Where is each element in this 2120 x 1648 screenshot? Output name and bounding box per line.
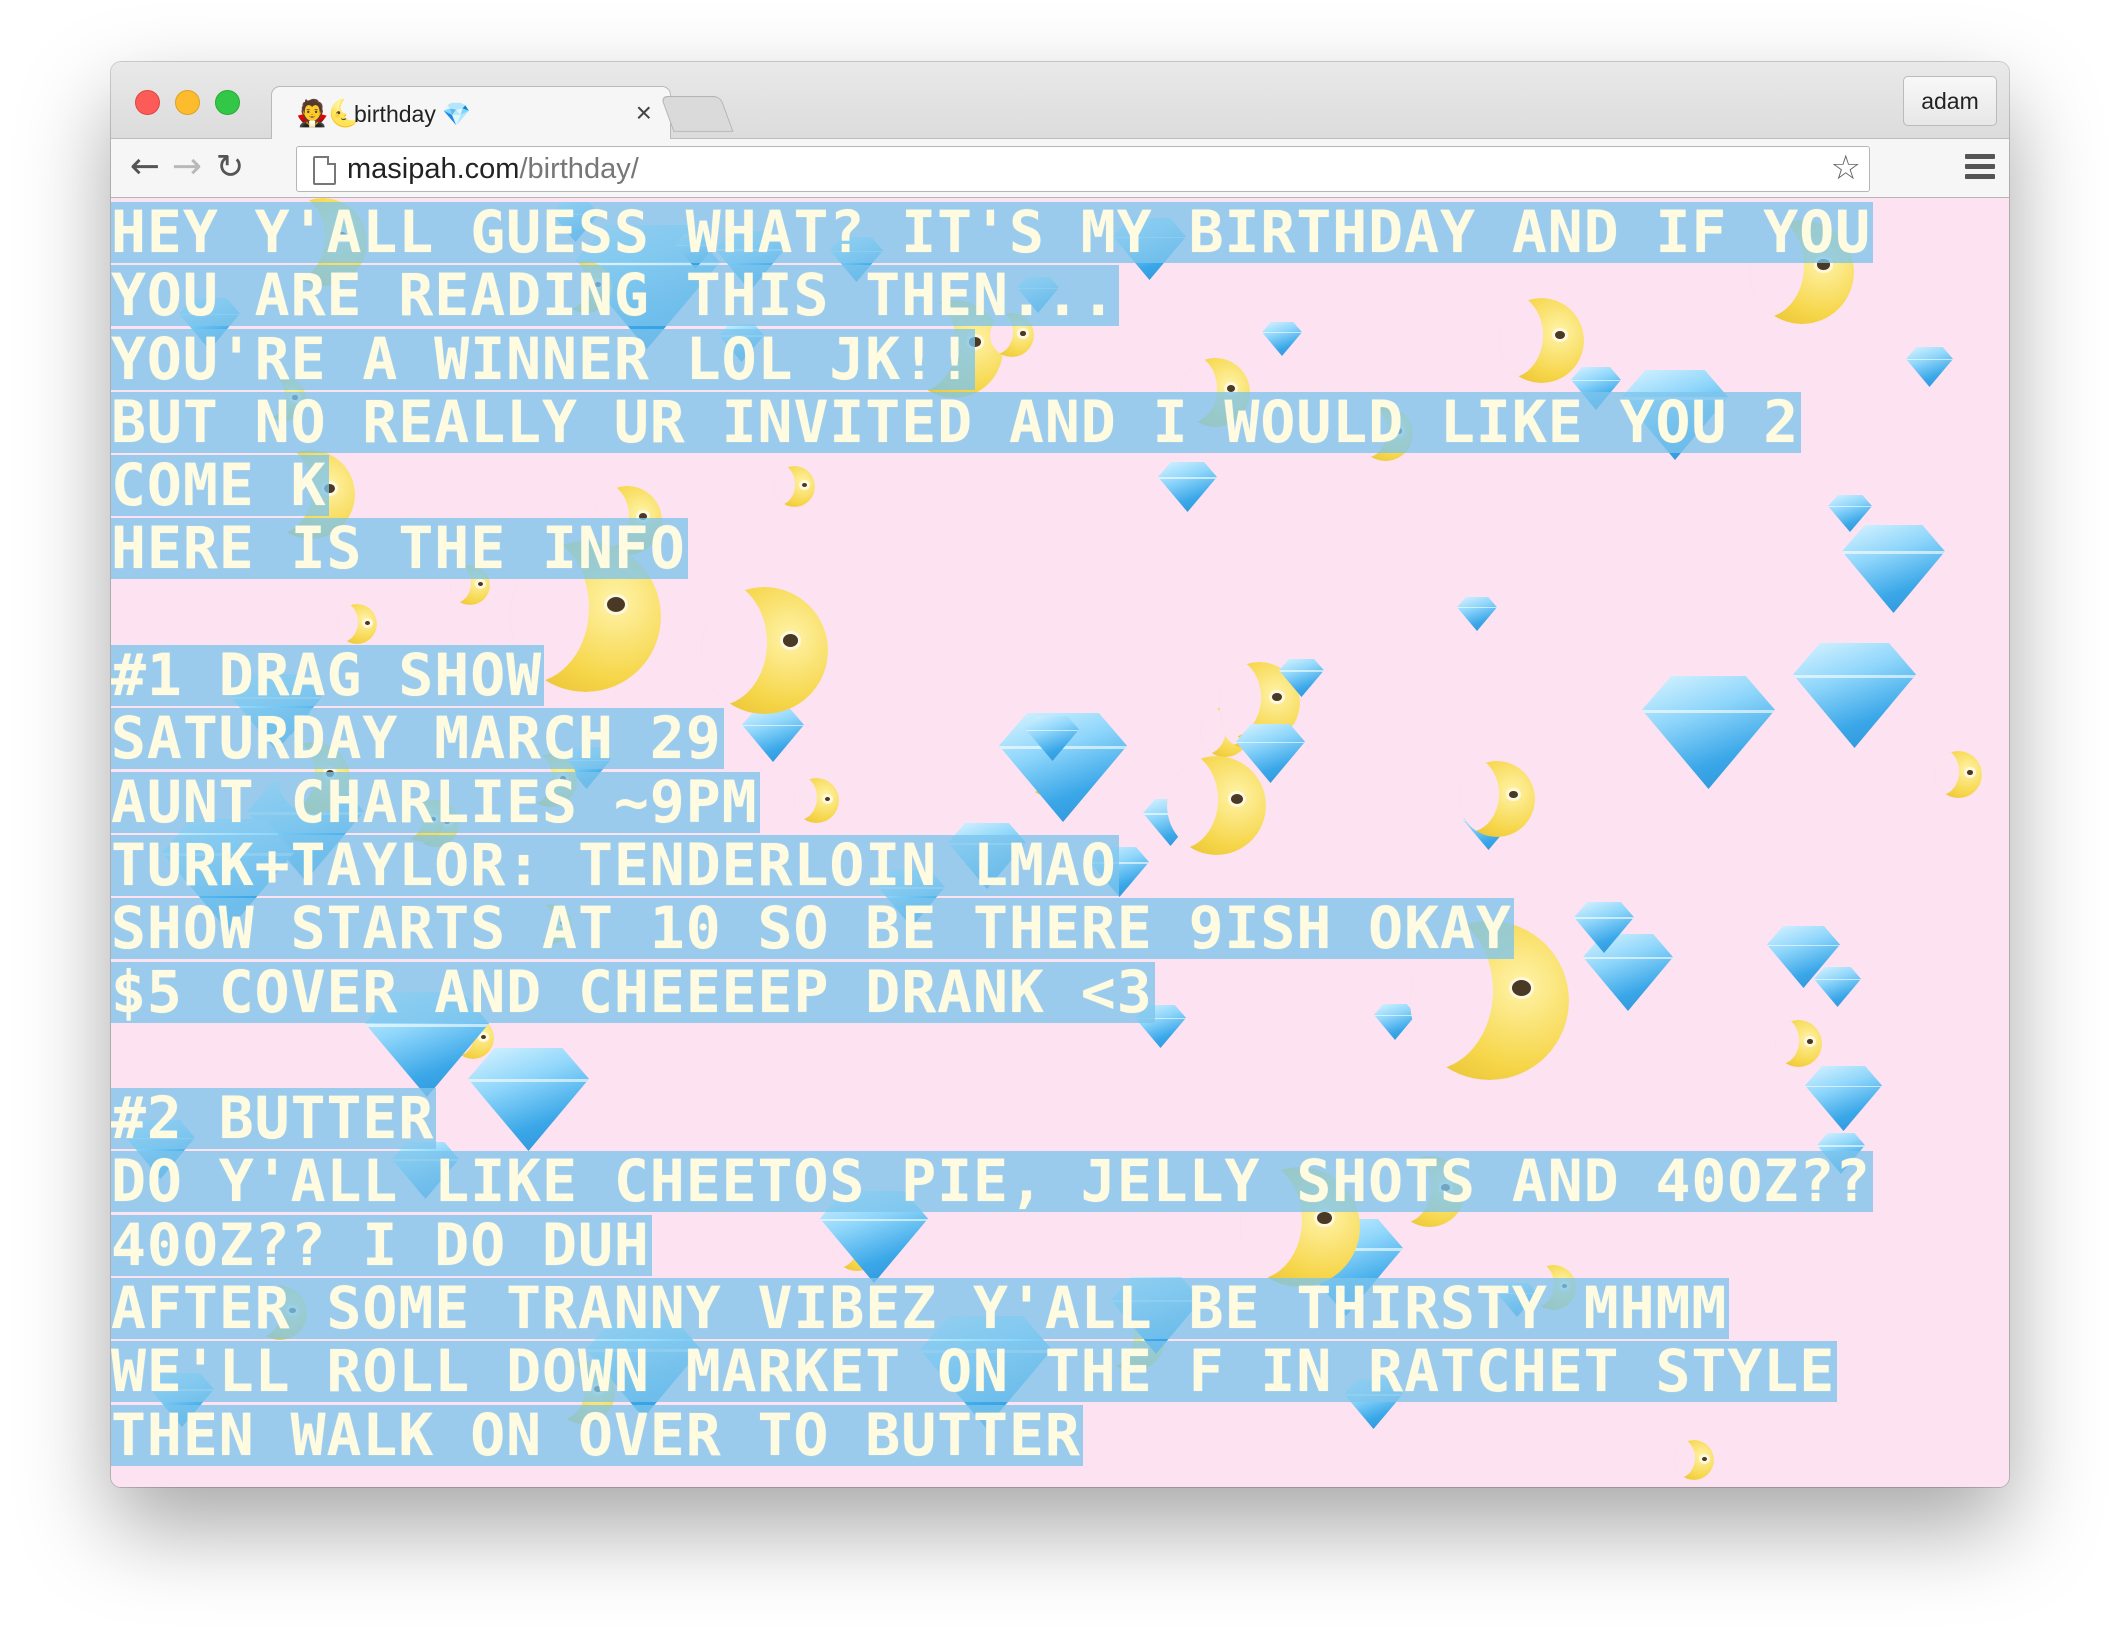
invitation-line: YOU ARE READING THIS THEN... [111, 265, 1873, 328]
invitation-line: 40OZ?? I DO DUH [111, 1210, 1873, 1279]
invitation-line-text: YOU ARE READING THIS THEN... [111, 261, 1119, 330]
invitation-line-text: BUT NO REALLY UR INVITED AND I WOULD LIK… [111, 387, 1802, 456]
invitation-line: TURK+TAYLOR: TENDERLOIN LMAO [111, 830, 1873, 899]
invitation-line: BUT NO REALLY UR INVITED AND I WOULD LIK… [111, 387, 1873, 456]
invitation-line-text: TURK+TAYLOR: TENDERLOIN LMAO [111, 830, 1119, 899]
invitation-line: #2 BUTTER [111, 1088, 1873, 1151]
invitation-line-text: YOU'RE A WINNER LOL JK!! [111, 324, 976, 393]
address-bar[interactable]: masipah.com/birthday/ ☆ [296, 146, 1870, 192]
tab-favicon-icon: 🧛🌜 [296, 98, 361, 128]
menu-icon[interactable] [1965, 154, 1995, 181]
invitation-line-text: #2 BUTTER [111, 1084, 437, 1153]
invitation-line: $5 COVER AND CHEEEEP DRANK <3 [111, 957, 1873, 1026]
invitation-line-text: DO Y'ALL LIKE CHEETOS PIE, JELLY SHOTS A… [111, 1147, 1874, 1216]
invitation-line-text: HERE IS THE INFO [111, 514, 688, 583]
invitation-line: YOU'RE A WINNER LOL JK!! [111, 324, 1873, 393]
invitation-line-text: SHOW STARTS AT 10 SO BE THERE 9ISH OKAY [111, 894, 1514, 963]
invitation-line-text: AUNT CHARLIES ~9PM [111, 767, 760, 836]
tab-title: birthday 💎 [354, 101, 471, 127]
moon-face-icon [1935, 751, 1982, 798]
page-icon [313, 156, 336, 185]
invitation-line-text: WE'LL ROLL DOWN MARKET ON THE F IN RATCH… [111, 1337, 1838, 1406]
profile-button[interactable]: adam [1903, 76, 1997, 126]
invitation-line: COME K [111, 455, 1873, 518]
invitation-line [111, 1025, 1873, 1088]
invitation-line: AFTER SOME TRANNY VIBEZ Y'ALL BE THIRSTY… [111, 1278, 1873, 1341]
tab-close-icon[interactable]: × [636, 97, 652, 129]
gem-icon [1906, 347, 1953, 387]
zoom-window-button[interactable] [215, 90, 240, 115]
invitation-line [111, 582, 1873, 645]
toolbar: ← → ↻ masipah.com/birthday/ ☆ [111, 139, 2009, 198]
minimize-window-button[interactable] [175, 90, 200, 115]
tab-strip: 🧛🌜 birthday 💎 × adam [111, 62, 2009, 140]
reload-icon[interactable]: ↻ [210, 147, 250, 187]
invitation-line-text: SATURDAY MARCH 29 [111, 704, 724, 773]
page-viewport: HEY Y'ALL GUESS WHAT? IT'S MY BIRTHDAY A… [111, 198, 2009, 1487]
bookmark-star-icon[interactable]: ☆ [1831, 148, 1861, 188]
invitation-line-text: THEN WALK ON OVER TO BUTTER [111, 1400, 1083, 1469]
new-tab-button[interactable] [660, 96, 734, 132]
invitation-line: #1 DRAG SHOW [111, 645, 1873, 708]
back-arrow-icon[interactable]: ← [125, 147, 165, 187]
close-window-button[interactable] [135, 90, 160, 115]
url-path: /birthday/ [519, 153, 639, 185]
browser-window: 🧛🌜 birthday 💎 × adam ← → ↻ masipah.com/b… [111, 62, 2009, 1487]
invitation-text: HEY Y'ALL GUESS WHAT? IT'S MY BIRTHDAY A… [111, 198, 1874, 1469]
tab-birthday[interactable]: 🧛🌜 birthday 💎 × [271, 86, 671, 140]
invitation-line: WE'LL ROLL DOWN MARKET ON THE F IN RATCH… [111, 1341, 1873, 1404]
invitation-line-text: $5 COVER AND CHEEEEP DRANK <3 [111, 957, 1155, 1026]
invitation-line: DO Y'ALL LIKE CHEETOS PIE, JELLY SHOTS A… [111, 1147, 1874, 1216]
invitation-line: SHOW STARTS AT 10 SO BE THERE 9ISH OKAY [111, 898, 1873, 961]
invitation-line-text: AFTER SOME TRANNY VIBEZ Y'ALL BE THIRSTY… [111, 1274, 1730, 1343]
invitation-line-text: 40OZ?? I DO DUH [111, 1210, 652, 1279]
invitation-line: AUNT CHARLIES ~9PM [111, 767, 1873, 836]
invitation-line-text: COME K [111, 451, 329, 520]
invitation-line-text: HEY Y'ALL GUESS WHAT? IT'S MY BIRTHDAY A… [111, 198, 1874, 266]
url-text[interactable]: masipah.com/birthday/ [347, 153, 639, 186]
url-host: masipah.com [347, 153, 520, 185]
invitation-line: THEN WALK ON OVER TO BUTTER [111, 1400, 1873, 1469]
invitation-line: HEY Y'ALL GUESS WHAT? IT'S MY BIRTHDAY A… [111, 198, 1874, 266]
forward-arrow-icon[interactable]: → [167, 147, 207, 187]
invitation-line: SATURDAY MARCH 29 [111, 708, 1873, 771]
invitation-line-text: #1 DRAG SHOW [111, 641, 545, 710]
invitation-line: HERE IS THE INFO [111, 518, 1873, 581]
